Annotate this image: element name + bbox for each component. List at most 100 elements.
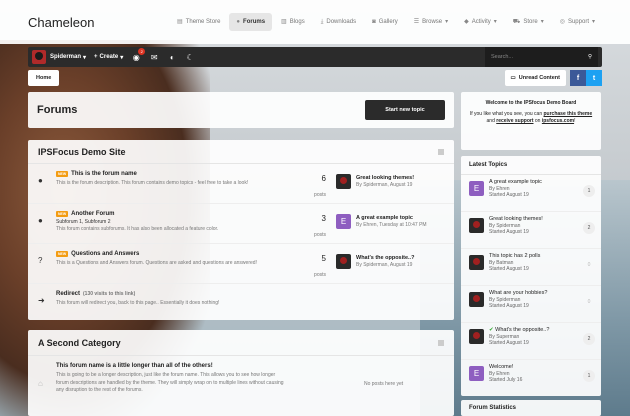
- home-icon: ⌂: [38, 379, 43, 388]
- latest-topics-widget: Latest Topics E A great example topic By …: [461, 156, 601, 396]
- avatar[interactable]: [469, 218, 484, 233]
- post-count: 5 posts: [314, 254, 326, 278]
- toggle-icon[interactable]: ◐: [167, 52, 177, 62]
- nav-support[interactable]: ◎ Support ▾: [553, 13, 602, 31]
- purchase-link[interactable]: purchase this theme: [544, 111, 593, 117]
- notifications-icon[interactable]: ◉ 2: [131, 48, 146, 62]
- avatar[interactable]: [469, 292, 484, 307]
- breadcrumb-home[interactable]: Home: [28, 70, 60, 86]
- unread-content-button[interactable]: ▭ Unread Content: [504, 70, 566, 86]
- topic-title[interactable]: What are your hobbies?: [489, 290, 547, 297]
- forum-title[interactable]: Redirect: [56, 291, 80, 297]
- forum-title[interactable]: Questions and Answers: [71, 251, 139, 257]
- user-menu[interactable]: Spiderman ▾: [50, 54, 86, 61]
- widget-title: Latest Topics: [461, 156, 601, 175]
- topic-title[interactable]: This topic has 2 polls: [489, 253, 540, 260]
- category-title[interactable]: A Second Category: [38, 338, 121, 348]
- last-post: E A great example topic By Ehren, Tuesday…: [336, 211, 427, 229]
- nav-blogs[interactable]: ▥ Blogs: [274, 13, 312, 31]
- main-nav: ▤ Theme Store ● Forums ▥ Blogs ⤓ Downloads ◙…: [170, 13, 602, 31]
- cart-icon: ⛟: [512, 19, 521, 25]
- post-count: 6 posts: [314, 174, 326, 198]
- last-post-by: By Ehren, Tuesday at 10:47 PM: [356, 222, 427, 228]
- last-post-by: By Spiderman, August 19: [356, 182, 413, 188]
- avatar[interactable]: E: [336, 214, 351, 229]
- nav-theme-store[interactable]: ▤ Theme Store: [170, 13, 227, 31]
- forum-row: ? NEW Questions and Answers This is a Que…: [28, 244, 454, 284]
- start-new-topic-button[interactable]: Start new topic: [365, 100, 445, 120]
- last-post: What's the opposite..? By Spiderman, Augu…: [336, 251, 414, 269]
- question-icon: ?: [38, 256, 43, 265]
- forum-description: This is going to be a longer description…: [56, 372, 284, 393]
- chevron-down-icon: ▾: [120, 54, 124, 61]
- avatar[interactable]: E: [469, 181, 484, 196]
- topic-title[interactable]: A great example topic: [489, 179, 542, 186]
- nav-store[interactable]: ⛟ Store ▾: [506, 13, 551, 31]
- forum-row: ● NEW Another Forum Subforum 1, Subforum …: [28, 204, 454, 244]
- last-post-title[interactable]: What's the opposite..?: [356, 255, 414, 261]
- forum-row: ➜ Redirect (130 visits to this link) This…: [28, 284, 454, 314]
- unread-icon: ▭: [510, 75, 516, 81]
- browse-icon: ☰: [413, 19, 420, 25]
- reply-count: 1: [583, 370, 595, 382]
- avatar[interactable]: [336, 254, 351, 269]
- collapse-icon[interactable]: [438, 339, 444, 346]
- last-post-title[interactable]: Great looking themes!: [356, 175, 414, 181]
- new-badge: NEW: [56, 211, 69, 217]
- chevron-down-icon: ▾: [540, 19, 544, 25]
- search-input[interactable]: Search... ⚲: [485, 47, 598, 67]
- ipsfocus-link[interactable]: ipsfocus.com: [542, 118, 574, 124]
- plus-icon: +: [94, 54, 98, 60]
- nav-forums[interactable]: ● Forums: [229, 13, 273, 31]
- support-link[interactable]: receive support: [496, 118, 533, 124]
- last-post: Great looking themes! By Spiderman, Augus…: [336, 171, 414, 189]
- avatar[interactable]: E: [469, 366, 484, 381]
- forum-title[interactable]: This is the forum name: [71, 171, 137, 177]
- list-item: E Welcome! By Ehren Started July 16 1: [461, 360, 601, 397]
- arrow-right-icon: ➜: [38, 296, 45, 305]
- welcome-widget: Welcome to the IPSfocus Demo Board If yo…: [461, 92, 601, 150]
- messages-icon[interactable]: ✉: [149, 52, 159, 62]
- forum-title[interactable]: This forum name is a little longer than …: [56, 363, 213, 369]
- avatar[interactable]: [32, 50, 46, 64]
- search-icon[interactable]: ⚲: [588, 54, 592, 60]
- forum-statistics-title: Forum Statistics: [461, 400, 601, 416]
- nav-downloads[interactable]: ⤓ Downloads: [314, 13, 363, 31]
- avatar[interactable]: [336, 174, 351, 189]
- activity-icon: ◆: [464, 19, 469, 25]
- forum-description: This forum contains subforums. It has al…: [56, 226, 219, 232]
- forum-row: ● NEW This is the forum name This is the …: [28, 164, 454, 204]
- category-panel: IPSFocus Demo Site ● NEW This is the foru…: [28, 140, 454, 320]
- nav-browse[interactable]: ☰ Browse ▾: [407, 13, 455, 31]
- forum-description: This is the forum description. This foru…: [56, 180, 249, 186]
- list-item: This topic has 2 polls By Batman Started A…: [461, 249, 601, 286]
- reply-count: 2: [583, 333, 595, 345]
- support-icon: ◎: [559, 19, 565, 25]
- category-title[interactable]: IPSFocus Demo Site: [38, 147, 126, 157]
- moon-icon[interactable]: ☾: [185, 52, 195, 62]
- chat-icon: ●: [38, 176, 43, 185]
- forum-row: ⌂ This forum name is a little longer tha…: [28, 356, 454, 395]
- subforum-links[interactable]: Subforum 1, Subforum 2: [56, 219, 284, 225]
- chat-icon: ●: [38, 216, 43, 225]
- last-post-title[interactable]: A great example topic: [356, 215, 427, 221]
- avatar[interactable]: [469, 255, 484, 270]
- avatar[interactable]: [469, 329, 484, 344]
- welcome-title: Welcome to the IPSfocus Demo Board: [485, 100, 577, 106]
- create-menu[interactable]: + Create ▾: [94, 54, 123, 61]
- topic-title[interactable]: ✔ What's the opposite..?: [489, 327, 549, 334]
- topic-title[interactable]: Great looking themes!: [489, 216, 543, 223]
- check-icon: ✔: [489, 327, 494, 333]
- nav-activity[interactable]: ◆ Activity ▾: [457, 13, 504, 31]
- page-title: Forums: [37, 104, 78, 116]
- twitter-icon[interactable]: t: [586, 70, 602, 86]
- last-post-by: By Spiderman, August 19: [356, 262, 413, 268]
- facebook-icon[interactable]: f: [570, 70, 586, 86]
- nav-gallery[interactable]: ◙ Gallery: [365, 13, 405, 31]
- collapse-icon[interactable]: [438, 148, 444, 155]
- site-logo[interactable]: Chameleon: [28, 15, 95, 30]
- welcome-text: If you like what you see, you can purcha…: [469, 111, 593, 124]
- category-header: IPSFocus Demo Site: [28, 140, 454, 164]
- forum-title[interactable]: Another Forum: [71, 211, 114, 217]
- chat-icon: ●: [236, 19, 241, 25]
